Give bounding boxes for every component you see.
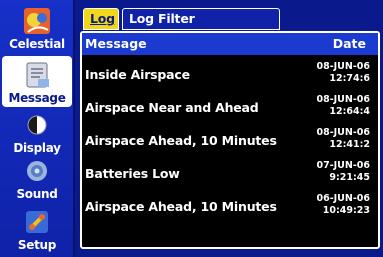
row-date: 08-JUN-06 12:41:2 [316, 127, 370, 151]
message-log-table: Message Date Inside Airspace 08-JUN-06 1… [80, 31, 380, 249]
column-header-date: Date [332, 36, 366, 51]
row-message: Batteries Low [85, 166, 180, 181]
table-row[interactable]: Batteries Low 07-JUN-06 9:21:45 [82, 159, 378, 191]
row-message: Airspace Ahead, 10 Minutes [85, 199, 277, 214]
row-date-time: 9:21:45 [329, 172, 370, 183]
setup-icon [26, 211, 48, 233]
sidebar-item-label: Setup [17, 238, 57, 252]
table-row[interactable]: Inside Airspace 08-JUN-06 12:74:6 [82, 60, 378, 92]
sidebar-item-label: Sound [16, 187, 58, 201]
column-header-message: Message [85, 36, 147, 51]
sidebar-item-message[interactable]: Message [2, 56, 72, 107]
row-date: 07-JUN-06 9:21:45 [316, 160, 370, 184]
sidebar-item-sound[interactable]: Sound [2, 152, 72, 203]
row-message: Inside Airspace [85, 67, 190, 82]
sound-icon [27, 161, 47, 181]
sidebar-item-label: Celestial [9, 37, 65, 51]
message-icon [26, 62, 49, 88]
row-date-time: 12:74:6 [329, 73, 370, 84]
sidebar-item-display[interactable]: Display [2, 106, 72, 157]
sidebar-item-label: Message [8, 91, 66, 105]
row-date-time: 12:64:4 [329, 106, 370, 117]
tab-log-filter[interactable]: Log Filter [122, 8, 280, 30]
row-date-day: 07-JUN-06 [316, 160, 370, 171]
row-date: 08-JUN-06 12:74:6 [316, 61, 370, 85]
sidebar: Celestial Message Display Sound Setup [0, 0, 75, 257]
row-date-day: 08-JUN-06 [316, 127, 370, 138]
row-message: Airspace Ahead, 10 Minutes [85, 133, 277, 148]
row-date-day: 08-JUN-06 [316, 94, 370, 105]
table-row[interactable]: Airspace Near and Ahead 08-JUN-06 12:64:… [82, 93, 378, 125]
row-date-time: 12:41:2 [329, 139, 370, 150]
celestial-icon [24, 8, 50, 34]
display-icon [27, 115, 47, 135]
row-date: 08-JUN-06 12:64:4 [316, 94, 370, 118]
table-row[interactable]: Airspace Ahead, 10 Minutes 08-JUN-06 12:… [82, 126, 378, 158]
row-message: Airspace Near and Ahead [85, 100, 259, 115]
row-date-day: 06-JUN-06 [316, 193, 370, 204]
tab-log[interactable]: Log [83, 8, 119, 30]
sidebar-item-celestial[interactable]: Celestial [2, 2, 72, 53]
row-date-time: 10:49:23 [322, 205, 370, 216]
table-row[interactable]: Airspace Ahead, 10 Minutes 06-JUN-06 10:… [82, 192, 378, 224]
row-date: 06-JUN-06 10:49:23 [316, 193, 370, 217]
tab-bar: Log Log Filter [78, 8, 383, 32]
table-header: Message Date [82, 33, 378, 55]
row-date-day: 08-JUN-06 [316, 61, 370, 72]
sidebar-item-setup[interactable]: Setup [2, 203, 72, 254]
